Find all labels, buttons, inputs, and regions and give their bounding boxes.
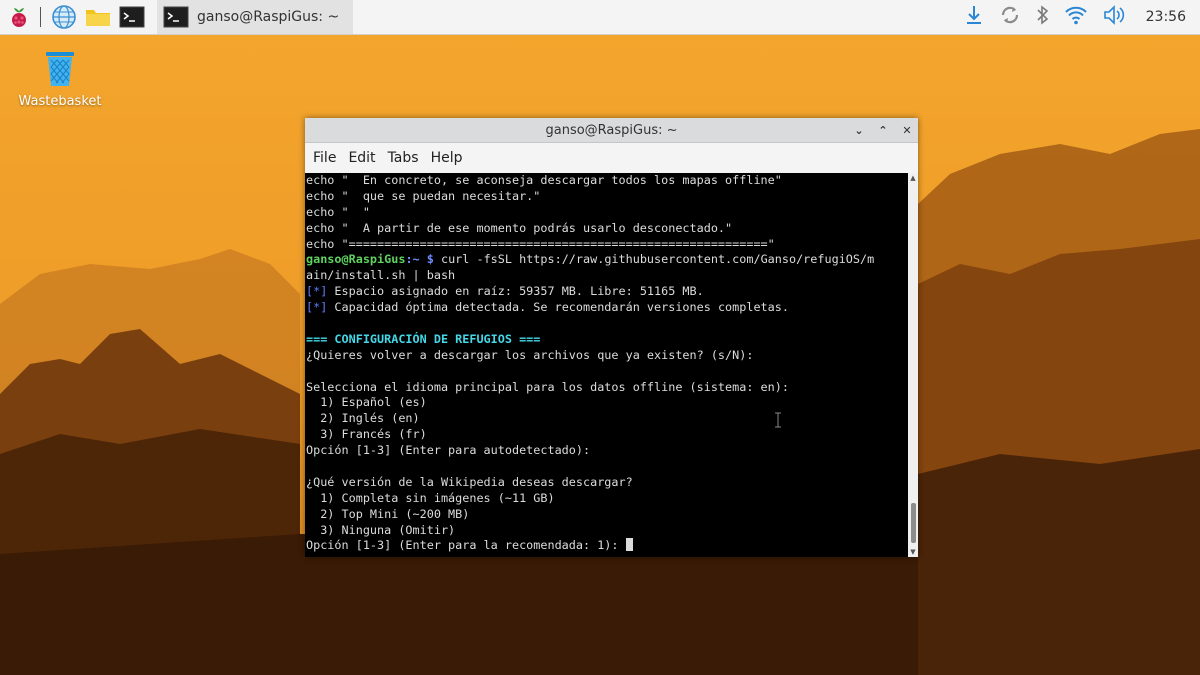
maximize-button[interactable]: ⌃ xyxy=(876,123,890,137)
menu-tabs[interactable]: Tabs xyxy=(382,150,425,166)
clock[interactable]: 23:56 xyxy=(1146,9,1186,25)
minimize-button[interactable]: ⌄ xyxy=(852,123,866,137)
terminal-icon xyxy=(163,6,189,28)
scroll-thumb[interactable] xyxy=(911,503,916,543)
question-redownload: ¿Quieres volver a descargar los archivos… xyxy=(306,347,754,362)
terminal-line: echo "==================================… xyxy=(306,236,775,251)
info-line: [*] Espacio asignado en raíz: 59357 MB. … xyxy=(306,284,908,300)
command-continuation: ain/install.sh | bash xyxy=(306,268,456,283)
raspberry-menu-icon[interactable] xyxy=(4,2,34,32)
terminal-line: echo " En concreto, se aconseja descarga… xyxy=(306,173,782,187)
close-button[interactable]: ✕ xyxy=(900,123,914,137)
info-tag: [*] xyxy=(306,300,328,315)
wastebasket-icon xyxy=(46,52,74,86)
desktop-icon-label: Wastebasket xyxy=(18,94,102,109)
terminal-line: echo " A partir de ese momento podrás us… xyxy=(306,220,733,235)
terminal-line: echo " " xyxy=(306,204,370,219)
wikipedia-option: 2) Top Mini (~200 MB) xyxy=(306,506,470,521)
info-tag: [*] xyxy=(306,284,328,299)
menu-help[interactable]: Help xyxy=(425,150,469,166)
taskbar: ganso@RaspiGus: ~ 23:56 xyxy=(0,0,1200,35)
taskbar-window-title: ganso@RaspiGus: ~ xyxy=(197,9,340,25)
taskbar-separator xyxy=(40,7,41,27)
scroll-down-arrow-icon[interactable]: ▼ xyxy=(908,547,918,557)
sync-icon[interactable] xyxy=(998,3,1022,31)
language-option: 2) Inglés (en) xyxy=(306,411,420,426)
scroll-up-arrow-icon[interactable]: ▲ xyxy=(908,173,918,183)
text-cursor xyxy=(625,538,633,552)
prompt-user: ganso@RaspiGus xyxy=(306,252,406,267)
terminal-line: echo " que se puedan necesitar." xyxy=(306,188,541,203)
info-text: Capacidad óptima detectada. Se recomenda… xyxy=(327,300,789,315)
mouse-ibeam-cursor-icon xyxy=(775,412,781,428)
wikipedia-prompt: Opción [1-3] (Enter para la recomendada:… xyxy=(306,538,626,553)
terminal-output[interactable]: echo " En concreto, se aconseja descarga… xyxy=(305,173,908,557)
command-line: ganso@RaspiGus:~ $ curl -fsSL https://ra… xyxy=(306,252,908,268)
web-browser-icon[interactable] xyxy=(49,2,79,32)
terminal-launcher-icon[interactable] xyxy=(117,2,147,32)
command-text: curl -fsSL https://raw.githubusercontent… xyxy=(433,252,875,267)
file-manager-icon[interactable] xyxy=(83,2,113,32)
language-prompt: Opción [1-3] (Enter para autodetectado): xyxy=(306,443,591,458)
desktop-icon-wastebasket[interactable]: Wastebasket xyxy=(12,48,108,109)
download-icon[interactable] xyxy=(964,4,984,30)
wikipedia-option: 3) Ninguna (Omitir) xyxy=(306,522,456,537)
taskbar-window-button[interactable]: ganso@RaspiGus: ~ xyxy=(157,0,354,34)
volume-icon[interactable] xyxy=(1102,4,1128,30)
wifi-icon[interactable] xyxy=(1064,5,1088,29)
menubar: File Edit Tabs Help xyxy=(305,143,918,174)
menu-file[interactable]: File xyxy=(307,150,342,166)
language-option: 1) Español (es) xyxy=(306,395,427,410)
window-titlebar[interactable]: ganso@RaspiGus: ~ ⌄ ⌃ ✕ xyxy=(305,118,918,143)
info-text: Espacio asignado en raíz: 59357 MB. Libr… xyxy=(327,284,704,299)
wikipedia-option: 1) Completa sin imágenes (~11 GB) xyxy=(306,490,555,505)
prompt-path: :~ $ xyxy=(405,252,434,267)
language-option: 3) Francés (fr) xyxy=(306,427,427,442)
window-title: ganso@RaspiGus: ~ xyxy=(545,122,678,138)
terminal-window: ganso@RaspiGus: ~ ⌄ ⌃ ✕ File Edit Tabs H… xyxy=(305,118,918,557)
bluetooth-icon[interactable] xyxy=(1036,4,1050,30)
question-language: Selecciona el idioma principal para los … xyxy=(306,379,789,394)
question-wikipedia: ¿Qué versión de la Wikipedia deseas desc… xyxy=(306,474,633,489)
input-line[interactable]: Opción [1-3] (Enter para la recomendada:… xyxy=(306,538,908,554)
info-line: [*] Capacidad óptima detectada. Se recom… xyxy=(306,300,908,316)
section-header: === CONFIGURACIÓN DE REFUGIOS === xyxy=(306,331,541,346)
vertical-scrollbar[interactable]: ▲ ▼ xyxy=(908,173,918,557)
menu-edit[interactable]: Edit xyxy=(342,150,381,166)
